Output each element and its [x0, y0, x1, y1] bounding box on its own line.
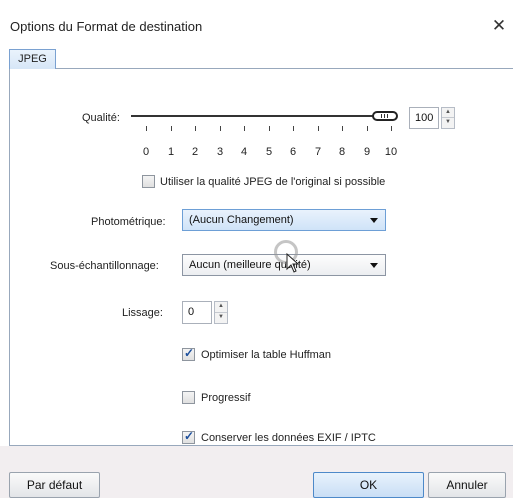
spin-up-icon[interactable]: ▲	[442, 108, 454, 118]
quality-slider-thumb[interactable]	[372, 111, 398, 121]
slider-tick-label: 10	[384, 146, 398, 158]
spin-down-icon[interactable]: ▼	[442, 118, 454, 128]
default-button[interactable]: Par défaut	[9, 472, 100, 498]
progressive-label: Progressif	[201, 392, 251, 404]
slider-tick	[367, 126, 368, 131]
slider-tick	[220, 126, 221, 131]
mouse-pointer-icon	[286, 253, 300, 273]
use-original-quality-label: Utiliser la qualité JPEG de l'original s…	[160, 176, 386, 188]
slider-tick-label: 1	[167, 146, 175, 158]
optimize-huffman-checkbox[interactable]: ✓	[182, 346, 195, 361]
spin-down-icon[interactable]: ▼	[215, 313, 227, 324]
slider-tick	[146, 126, 147, 131]
smoothing-value-field[interactable]: 0	[182, 301, 212, 324]
thumb-grip-line	[384, 114, 385, 118]
photometric-dropdown[interactable]: (Aucun Changement)	[182, 209, 386, 231]
slider-tick	[171, 126, 172, 131]
use-original-quality-checkbox[interactable]	[142, 175, 155, 188]
check-icon: ✓	[184, 346, 195, 360]
slider-tick-label: 7	[314, 146, 322, 158]
slider-tick	[318, 126, 319, 131]
progressive-checkbox[interactable]	[182, 391, 195, 404]
slider-tick-label: 3	[216, 146, 224, 158]
keep-exif-label: Conserver les données EXIF / IPTC	[201, 432, 376, 444]
slider-tick	[195, 126, 196, 131]
close-icon[interactable]: ✕	[489, 14, 509, 38]
slider-tick	[293, 126, 294, 131]
quality-value-field[interactable]: 100	[409, 107, 439, 129]
optimize-huffman-label: Optimiser la table Huffman	[201, 349, 332, 361]
options-dialog: Options du Format de destination ✕ JPEG …	[0, 0, 513, 498]
thumb-grip-line	[381, 114, 382, 118]
dialog-footer: Par défaut OK Annuler	[0, 446, 513, 498]
chevron-down-icon	[370, 263, 378, 268]
check-icon: ✓	[184, 429, 195, 443]
quality-slider-track[interactable]	[131, 115, 397, 117]
slider-tick	[269, 126, 270, 131]
chevron-down-icon	[370, 218, 378, 223]
cancel-button[interactable]: Annuler	[428, 472, 506, 498]
keep-exif-checkbox[interactable]: ✓	[182, 429, 195, 444]
slider-tick-label: 0	[142, 146, 150, 158]
title-bar: Options du Format de destination ✕	[0, 0, 513, 40]
subsampling-label: Sous-échantillonnage:	[50, 260, 159, 272]
smoothing-spinner[interactable]: ▲ ▼	[214, 301, 228, 324]
quality-label: Qualité:	[82, 112, 120, 124]
thumb-grip-line	[387, 114, 388, 118]
slider-tick-label: 2	[191, 146, 199, 158]
slider-tick-label: 5	[265, 146, 273, 158]
dialog-title: Options du Format de destination	[10, 19, 203, 34]
slider-tick-label: 6	[289, 146, 297, 158]
photometric-label: Photométrique:	[91, 216, 166, 228]
photometric-selected-value: (Aucun Changement)	[189, 214, 294, 226]
slider-tick-label: 4	[240, 146, 248, 158]
smoothing-label: Lissage:	[122, 307, 163, 319]
slider-tick-label: 8	[338, 146, 346, 158]
ok-button[interactable]: OK	[313, 472, 424, 498]
slider-tick-label: 9	[363, 146, 371, 158]
tab-jpeg[interactable]: JPEG	[9, 49, 56, 69]
slider-tick	[244, 126, 245, 131]
quality-spinner[interactable]: ▲ ▼	[441, 107, 455, 129]
slider-tick	[342, 126, 343, 131]
spin-up-icon[interactable]: ▲	[215, 302, 227, 313]
slider-tick	[391, 126, 392, 131]
